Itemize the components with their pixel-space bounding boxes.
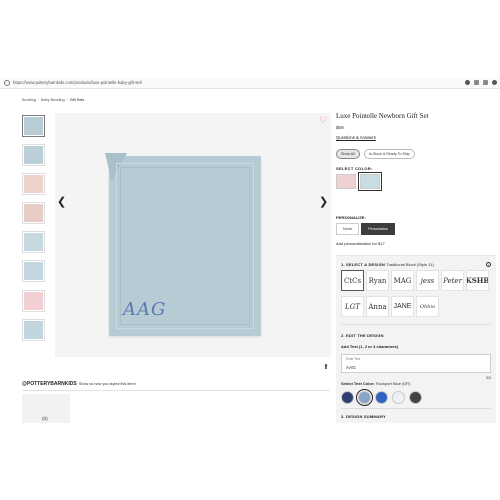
monogram-preview: AAG bbox=[123, 299, 167, 320]
show-all-chip[interactable]: Show All bbox=[336, 149, 360, 159]
step-2-title: 2. EDIT THE DESIGN bbox=[341, 333, 384, 338]
selected-design-name: Traditional Block (Style 11) bbox=[386, 262, 434, 267]
step-1-title: 1. SELECT A DESIGN bbox=[341, 262, 385, 267]
select-design-heading: 1. SELECT A DESIGN Traditional Block (St… bbox=[341, 262, 434, 267]
color-swatch-pink[interactable] bbox=[336, 174, 356, 189]
breadcrumb-separator: / bbox=[66, 98, 68, 102]
thumbnail-7[interactable] bbox=[22, 290, 45, 312]
character-counter: 3/3 bbox=[486, 376, 491, 380]
thumbnail-8[interactable] bbox=[22, 319, 45, 341]
breadcrumb-separator: / bbox=[37, 98, 39, 102]
divider bbox=[22, 390, 330, 391]
breadcrumb: Bedding / Baby Bedding / Gift Sets bbox=[22, 98, 84, 102]
thumbnail-image bbox=[24, 262, 43, 280]
instagram-tagline: Show us how you styled this item! bbox=[78, 382, 136, 386]
url-text[interactable]: https://www.potterybarnkids.com/products… bbox=[13, 80, 142, 85]
divider bbox=[341, 408, 491, 409]
product-price: $69 bbox=[336, 125, 344, 130]
address-bar[interactable]: https://www.potterybarnkids.com/products… bbox=[0, 78, 500, 89]
thumbnail-2[interactable] bbox=[22, 144, 45, 166]
extension-icon[interactable] bbox=[465, 80, 470, 85]
design-style-tile[interactable]: Anna bbox=[366, 296, 389, 317]
instagram-gallery-card[interactable]: (0) bbox=[22, 394, 70, 423]
instagram-count: (0) bbox=[42, 416, 48, 421]
monogram-input[interactable] bbox=[346, 363, 486, 371]
thread-color-option[interactable] bbox=[356, 389, 373, 406]
design-style-tile[interactable]: JANE bbox=[391, 296, 414, 317]
thread-color-option[interactable] bbox=[341, 391, 354, 404]
thread-color-options bbox=[341, 389, 491, 406]
thumbnail-6[interactable] bbox=[22, 260, 45, 282]
thumbnail-image bbox=[24, 117, 43, 135]
text-color-name: Rockport Blue (DR) bbox=[375, 381, 411, 386]
in-stock-chip[interactable]: In-Stock & Ready To Ship bbox=[363, 149, 415, 159]
color-swatches bbox=[336, 172, 496, 191]
breadcrumb-gift-sets[interactable]: Gift Sets bbox=[70, 98, 85, 102]
add-text-label: Add Text (1, 2 or 3 characters) bbox=[341, 344, 399, 349]
product-title: Luxe Pointelle Newborn Gift Set bbox=[336, 112, 429, 120]
lock-icon bbox=[4, 80, 10, 86]
product-main-image[interactable]: AAG bbox=[55, 113, 331, 357]
blanket-image: AAG bbox=[105, 153, 261, 336]
thumbnail-4[interactable] bbox=[22, 202, 45, 224]
profile-icon[interactable] bbox=[492, 80, 497, 85]
heart-icon[interactable]: ♡ bbox=[319, 115, 327, 126]
thumbnail-image bbox=[24, 175, 43, 193]
thread-color-option[interactable] bbox=[375, 391, 388, 404]
personalize-label: PERSONALIZE: bbox=[336, 215, 366, 220]
thumbnail-image bbox=[24, 146, 43, 164]
step-3-title: 3. DESIGN SUMMARY bbox=[341, 414, 386, 419]
design-style-tile[interactable]: Ohhio bbox=[416, 296, 439, 317]
thumbnail-1[interactable] bbox=[22, 115, 45, 137]
extension-icon-2[interactable] bbox=[474, 80, 479, 85]
design-style-tile[interactable]: jess bbox=[416, 270, 439, 291]
edit-design-section: 2. EDIT THE DESIGN Add Text (1, 2 or 3 c… bbox=[341, 333, 491, 406]
breadcrumb-baby-bedding[interactable]: Baby Bedding bbox=[41, 98, 65, 102]
personalize-none-button[interactable]: None bbox=[336, 223, 360, 235]
monogram-text-field[interactable]: Enter Text bbox=[341, 354, 491, 373]
design-style-tile[interactable]: CtCs bbox=[341, 270, 364, 291]
chevron-right-icon[interactable]: ❯ bbox=[319, 195, 328, 208]
share-icon[interactable]: ⬆ bbox=[323, 363, 329, 371]
design-style-tile[interactable]: KSHB bbox=[466, 270, 489, 291]
design-style-tile[interactable]: Ryan bbox=[366, 270, 389, 291]
filter-chips: Show All In-Stock & Ready To Ship bbox=[336, 149, 496, 159]
product-panel: Luxe Pointelle Newborn Gift Set $69 Ques… bbox=[336, 112, 496, 246]
add-personalization-text: Add personalization for $17 bbox=[336, 241, 385, 246]
extension-icon-3[interactable] bbox=[483, 80, 488, 85]
personalize-button[interactable]: Personalize bbox=[361, 223, 395, 235]
select-color-label: SELECT COLOR: bbox=[336, 166, 373, 171]
info-icon[interactable]: i bbox=[486, 262, 491, 267]
thumbnail-5[interactable] bbox=[22, 231, 45, 253]
thumbnail-3[interactable] bbox=[22, 173, 45, 195]
personalize-toggle: None Personalize bbox=[336, 223, 496, 235]
design-style-tile[interactable]: Peter bbox=[441, 270, 464, 291]
divider bbox=[341, 324, 491, 325]
browser-window: https://www.potterybarnkids.com/products… bbox=[0, 78, 500, 423]
personalization-panel: 1. SELECT A DESIGN Traditional Block (St… bbox=[336, 255, 496, 423]
browser-toolbar bbox=[465, 80, 497, 85]
design-style-tile[interactable]: MAG bbox=[391, 270, 414, 291]
thumbnail-image bbox=[24, 233, 43, 251]
instagram-handle[interactable]: @POTTERYBARNKIDS bbox=[22, 381, 77, 387]
text-color-label: Select Text Color: Rockport Blue (DR) bbox=[341, 381, 491, 386]
thumbnail-image bbox=[24, 292, 43, 310]
text-color-label-title: Select Text Color: bbox=[341, 381, 375, 386]
color-swatch-blue[interactable] bbox=[358, 172, 382, 191]
instagram-heading: @POTTERYBARNKIDS Show us how you styled t… bbox=[22, 381, 136, 387]
questions-answers-link[interactable]: Questions & Answers bbox=[336, 135, 496, 140]
thread-color-option[interactable] bbox=[409, 391, 422, 404]
thumbnail-image bbox=[24, 204, 43, 222]
design-style-tile[interactable]: LGT bbox=[341, 296, 364, 317]
field-label: Enter Text bbox=[346, 357, 361, 361]
thumbnail-image bbox=[24, 321, 43, 339]
chevron-left-icon[interactable]: ❮ bbox=[57, 195, 66, 208]
breadcrumb-bedding[interactable]: Bedding bbox=[22, 98, 36, 102]
thread-color-option[interactable] bbox=[392, 391, 405, 404]
